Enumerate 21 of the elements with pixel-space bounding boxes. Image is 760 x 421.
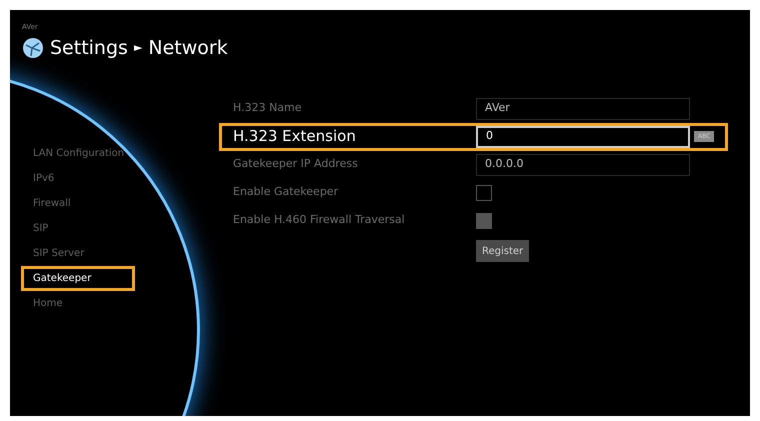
text-field[interactable]: 0 xyxy=(476,126,690,148)
globe-icon xyxy=(22,37,44,60)
nav-item[interactable]: LAN Configuration xyxy=(21,140,135,166)
breadcrumb-section: Settings xyxy=(50,34,128,62)
text-field[interactable]: 0.0.0.0 xyxy=(476,154,690,176)
register-button[interactable]: Register xyxy=(476,240,530,262)
nav-item[interactable]: Gatekeeper xyxy=(21,266,135,290)
text-field[interactable]: AVer xyxy=(476,98,690,120)
field-label: Enable H.460 Firewall Traversal xyxy=(233,212,406,228)
field-label: H.323 Name xyxy=(233,100,303,116)
checkbox[interactable] xyxy=(476,184,492,200)
nav-item[interactable]: SIP Server xyxy=(21,240,135,266)
nav-item[interactable]: SIP xyxy=(21,216,135,240)
field-label: Gatekeeper IP Address xyxy=(233,156,359,172)
field-label: Enable Gatekeeper xyxy=(233,184,340,200)
nav-item[interactable]: IPv6 xyxy=(21,166,135,190)
nav-item[interactable]: Firewall xyxy=(21,190,135,216)
breadcrumb-page: Network xyxy=(148,36,228,61)
breadcrumb-separator: ► xyxy=(134,40,142,56)
field-label: H.323 Extension xyxy=(233,126,357,148)
nav-item[interactable]: Home xyxy=(21,290,135,316)
